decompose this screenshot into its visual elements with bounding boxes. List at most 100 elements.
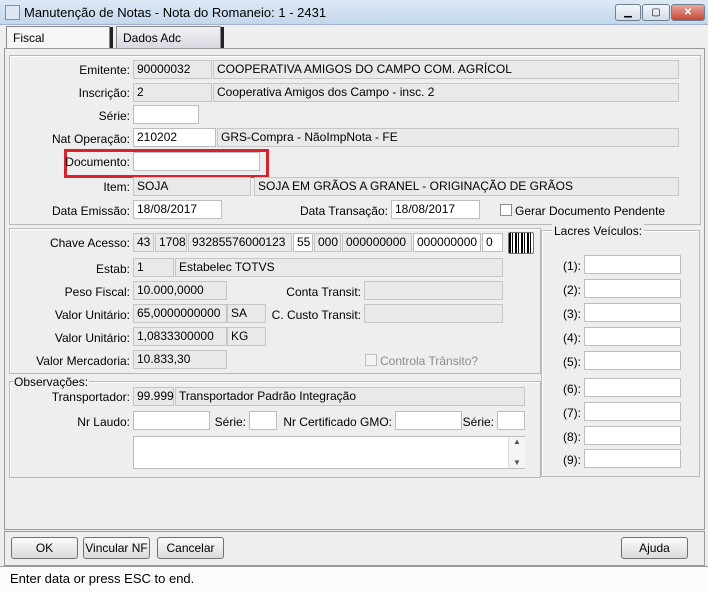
estab-label: Estab: — [95, 262, 130, 276]
chave-numero-field: 000000000 — [342, 233, 412, 252]
lacre-6-label: (6): — [563, 382, 581, 396]
observacoes-label: Observações: — [13, 375, 90, 389]
valor-unitario-sa-field: 65,0000000000 — [133, 304, 227, 323]
ok-button[interactable]: OK — [11, 537, 78, 559]
documento-label: Documento: — [65, 155, 130, 169]
inscricao-code-field: 2 — [133, 83, 212, 102]
vincular-nf-button[interactable]: Vincular NF — [83, 537, 150, 559]
lacre-8-input[interactable] — [584, 426, 681, 445]
transportador-code-field: 99.999 — [133, 387, 174, 406]
chave-cnpj-field: 93285576000123 — [188, 233, 292, 252]
nr-certificado-gmo-label: Nr Certificado GMO: — [283, 415, 392, 429]
documento-input[interactable] — [133, 152, 260, 171]
controla-transito-checkbox[interactable] — [365, 354, 377, 366]
c-custo-transit-label: C. Custo Transit: — [271, 308, 361, 322]
nat-operacao-label: Nat Operação: — [51, 132, 130, 146]
serie-certificado-label: Série: — [462, 415, 494, 429]
chave-uf-field: 43 — [133, 233, 154, 252]
lacre-2-input[interactable] — [584, 279, 681, 298]
item-code-field: SOJA — [133, 177, 251, 196]
controla-transito-label: Controla Trânsito? — [380, 354, 479, 368]
lacre-9-input[interactable] — [584, 449, 681, 468]
cancelar-button[interactable]: Cancelar — [157, 537, 224, 559]
scroll-up-icon[interactable]: ▲ — [509, 437, 525, 447]
lacre-9-label: (9): — [563, 453, 581, 467]
transportador-name-field: Transportador Padrão Integração — [175, 387, 525, 406]
nr-certificado-gmo-input[interactable] — [395, 411, 462, 430]
transportador-label: Transportador: — [51, 390, 130, 404]
serie-certificado-input[interactable] — [497, 411, 525, 430]
lacre-5-label: (5): — [563, 355, 581, 369]
valor-mercadoria-label: Valor Mercadoria: — [36, 354, 130, 368]
tab-fiscal[interactable]: Fiscal — [6, 26, 110, 48]
lacre-3-input[interactable] — [584, 303, 681, 322]
tab-divider — [221, 27, 224, 49]
emitente-code-field: 90000032 — [133, 60, 212, 79]
close-icon: ✕ — [683, 7, 693, 18]
lacre-2-label: (2): — [563, 283, 581, 297]
valor-unitario-kg-label: Valor Unitário: — [54, 331, 130, 345]
item-label: Item: — [103, 180, 130, 194]
lacre-1-label: (1): — [563, 259, 581, 273]
minimize-icon: ▁ — [624, 7, 632, 18]
lacre-7-label: (7): — [563, 406, 581, 420]
serie-input[interactable] — [133, 105, 199, 124]
gerar-documento-label: Gerar Documento Pendente — [515, 204, 666, 218]
gerar-documento-checkbox[interactable] — [500, 204, 512, 216]
chave-serie-field: 000 — [314, 233, 341, 252]
data-transacao-label: Data Transação: — [299, 204, 388, 218]
serie-laudo-label: Série: — [214, 415, 246, 429]
inscricao-label: Inscrição: — [78, 86, 130, 100]
estab-code-field: 1 — [133, 258, 174, 277]
status-text: Enter data or press ESC to end. — [10, 571, 195, 586]
conta-transit-field — [364, 281, 503, 300]
lacre-3-label: (3): — [563, 307, 581, 321]
unit-kg-field: KG — [227, 327, 266, 346]
conta-transit-label: Conta Transit: — [286, 285, 361, 299]
c-custo-transit-field — [364, 304, 503, 323]
maximize-icon: ▢ — [651, 7, 661, 18]
close-button[interactable]: ✕ — [671, 4, 705, 21]
observacoes-scrollbar[interactable]: ▲ ▼ — [508, 437, 525, 468]
ajuda-button[interactable]: Ajuda — [621, 537, 688, 559]
lacre-4-label: (4): — [563, 331, 581, 345]
scroll-down-icon[interactable]: ▼ — [509, 458, 525, 468]
inscricao-name-field: Cooperativa Amigos dos Campo - insc. 2 — [213, 83, 679, 102]
estab-name-field: Estabelec TOTVS — [175, 258, 503, 277]
lacre-6-input[interactable] — [584, 378, 681, 397]
lacre-1-input[interactable] — [584, 255, 681, 274]
window-title: Manutenção de Notas - Nota do Romaneio: … — [24, 5, 327, 20]
chave-aamm-field: 1708 — [155, 233, 187, 252]
peso-fiscal-label: Peso Fiscal: — [64, 285, 130, 299]
data-emissao-label: Data Emissão: — [51, 204, 130, 218]
nr-laudo-label: Nr Laudo: — [77, 415, 130, 429]
lacres-label: Lacres Veículos: — [552, 224, 645, 238]
lacre-4-input[interactable] — [584, 327, 681, 346]
chave-dv-field[interactable]: 0 — [482, 233, 503, 252]
emitente-name-field: COOPERATIVA AMIGOS DO CAMPO COM. AGRÍCOL — [213, 60, 679, 79]
valor-unitario-sa-label: Valor Unitário: — [54, 308, 130, 322]
lacre-8-label: (8): — [563, 430, 581, 444]
nat-operacao-input[interactable]: 210202 — [133, 128, 216, 147]
lacre-7-input[interactable] — [584, 402, 681, 421]
nr-laudo-input[interactable] — [133, 411, 210, 430]
chave-modelo-field[interactable]: 55 — [293, 233, 313, 252]
lacre-5-input[interactable] — [584, 351, 681, 370]
serie-laudo-input[interactable] — [249, 411, 277, 430]
tab-divider — [110, 27, 113, 49]
tab-dados-adc[interactable]: Dados Adc — [116, 26, 221, 48]
maximize-button[interactable]: ▢ — [642, 4, 670, 21]
valor-unitario-kg-field: 1,0833300000 — [133, 327, 227, 346]
data-emissao-input[interactable]: 18/08/2017 — [133, 200, 222, 219]
serie-label: Série: — [98, 109, 130, 123]
chave-acesso-label: Chave Acesso: — [49, 236, 130, 250]
observacoes-textarea[interactable] — [133, 436, 525, 469]
chave-codigo-field[interactable]: 000000000 — [413, 233, 481, 252]
barcode-icon[interactable] — [508, 232, 534, 254]
minimize-button[interactable]: ▁ — [615, 4, 641, 21]
app-icon — [5, 5, 20, 20]
data-transacao-input[interactable]: 18/08/2017 — [391, 200, 480, 219]
valor-mercadoria-field: 10.833,30 — [133, 350, 227, 369]
nat-operacao-desc-field: GRS-Compra - NãoImpNota - FE — [217, 128, 679, 147]
peso-fiscal-field: 10.000,0000 — [133, 281, 227, 300]
